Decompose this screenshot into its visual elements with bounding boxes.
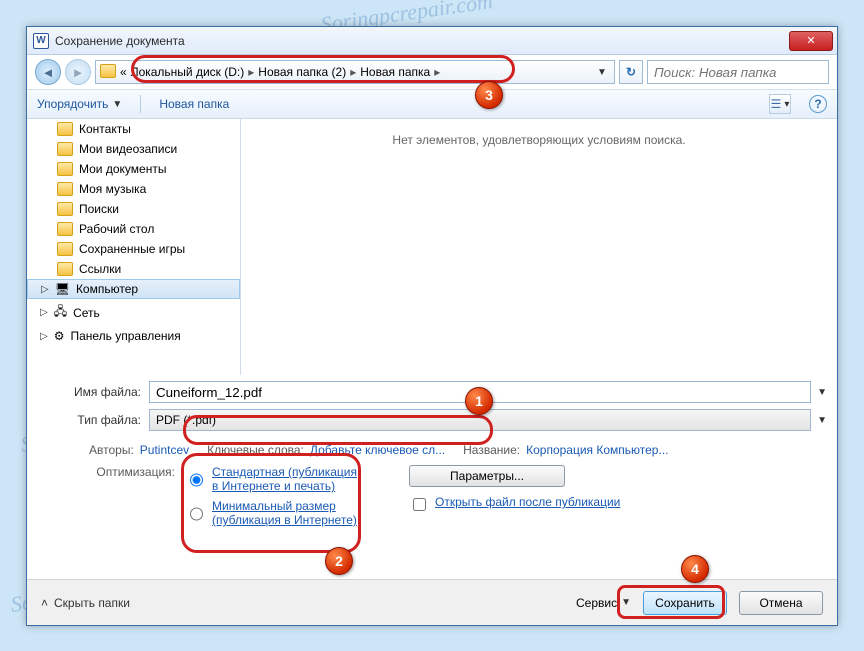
tree-item[interactable]: Рабочий стол — [27, 219, 240, 239]
cancel-button[interactable]: Отмена — [739, 591, 823, 615]
breadcrumb-segment[interactable]: Новая папка (2) — [258, 65, 346, 79]
explorer-body: Контакты Мои видеозаписи Мои документы М… — [27, 119, 837, 375]
path-prefix: « — [120, 65, 127, 79]
expand-icon[interactable]: ▷ — [40, 307, 48, 318]
radio-standard[interactable]: Стандартная (публикация в Интернете и пе… — [185, 465, 361, 493]
filename-label: Имя файла: — [37, 385, 149, 399]
metadata-row: Авторы: Putintcev Ключевые слова: Добавьте… — [27, 439, 837, 457]
titlebar: W Сохранение документа ✕ — [27, 27, 837, 55]
hide-folders-button[interactable]: ˄Скрыть папки — [41, 596, 130, 610]
address-bar[interactable]: « Локальный диск (D:) ▸ Новая папка (2) … — [95, 60, 615, 84]
optimize-area: Оптимизация: Стандартная (публикация в И… — [27, 457, 837, 533]
title-label: Название: — [463, 443, 520, 457]
tools-menu[interactable]: Сервис▼ — [576, 596, 631, 610]
save-button[interactable]: Сохранить — [643, 591, 727, 615]
forward-button[interactable]: ► — [65, 59, 91, 85]
file-fields: Имя файла: ▼ Тип файла: PDF (*.pdf) ▼ — [27, 375, 837, 439]
address-row: ◄ ► « Локальный диск (D:) ▸ Новая папка … — [27, 55, 837, 89]
breadcrumb-segment[interactable]: Новая папка — [360, 65, 430, 79]
folder-icon — [57, 142, 73, 156]
tree-item-control-panel[interactable]: ▷⚙Панель управления — [27, 326, 240, 346]
network-icon: 🖧 — [54, 302, 67, 323]
badge-1: 1 — [465, 387, 493, 415]
folder-icon — [57, 122, 73, 136]
window-title: Сохранение документа — [55, 34, 185, 48]
radio-input[interactable] — [190, 467, 203, 493]
organize-button[interactable]: Упорядочить▼ — [37, 97, 122, 111]
chevron-right-icon: ▸ — [350, 65, 356, 79]
tree-item[interactable]: Мои видеозаписи — [27, 139, 240, 159]
folder-icon — [57, 242, 73, 256]
tree-item[interactable]: Сохраненные игры — [27, 239, 240, 259]
dropdown-icon[interactable]: ▼ — [817, 415, 827, 426]
word-icon: W — [33, 33, 49, 49]
close-button[interactable]: ✕ — [789, 31, 833, 51]
expand-icon[interactable]: ▷ — [40, 331, 48, 342]
file-list-area: Нет элементов, удовлетворяющих условиям … — [241, 119, 837, 375]
bottom-bar: ˄Скрыть папки Сервис▼ Сохранить Отмена — [27, 579, 837, 625]
folder-icon — [100, 64, 116, 80]
optimize-options: Стандартная (публикация в Интернете и пе… — [185, 465, 361, 533]
search-input[interactable] — [647, 60, 829, 84]
radio-input[interactable] — [190, 501, 203, 527]
tree-item[interactable]: Мои документы — [27, 159, 240, 179]
computer-icon: 🖥 — [55, 282, 70, 296]
expand-icon[interactable]: ▷ — [41, 284, 49, 295]
parameters-button[interactable]: Параметры... — [409, 465, 565, 487]
view-button[interactable]: ☰▾ — [769, 94, 791, 114]
toolbar: Упорядочить▼ Новая папка ☰▾ ? — [27, 89, 837, 119]
title-value[interactable]: Корпорация Компьютер... — [526, 443, 668, 457]
authors-label: Авторы: — [89, 443, 134, 457]
address-dropdown[interactable]: ▼ — [594, 67, 610, 78]
toolbar-separator — [140, 95, 141, 113]
tree-item-network[interactable]: ▷🖧Сеть — [27, 299, 240, 326]
folder-icon — [57, 162, 73, 176]
folder-icon — [57, 222, 73, 236]
empty-message: Нет элементов, удовлетворяющих условиям … — [392, 133, 685, 147]
chevron-right-icon: ▸ — [434, 65, 440, 79]
chevron-up-icon: ˄ — [41, 596, 48, 610]
back-button[interactable]: ◄ — [35, 59, 61, 85]
radio-minimal[interactable]: Минимальный размер (публикация в Интерне… — [185, 499, 361, 527]
badge-3: 3 — [475, 81, 503, 109]
dropdown-icon[interactable]: ▼ — [817, 387, 827, 398]
tree-item[interactable]: Ссылки — [27, 259, 240, 279]
tree-item[interactable]: Моя музыка — [27, 179, 240, 199]
folder-icon — [57, 202, 73, 216]
save-dialog: W Сохранение документа ✕ ◄ ► « Локальный… — [26, 26, 838, 626]
folder-icon — [57, 182, 73, 196]
help-button[interactable]: ? — [809, 95, 827, 113]
tree-item[interactable]: Контакты — [27, 119, 240, 139]
open-after-checkbox[interactable]: Открыть файл после публикации — [409, 495, 620, 514]
control-panel-icon: ⚙ — [54, 329, 65, 343]
checkbox-input[interactable] — [413, 498, 426, 511]
folder-icon — [57, 262, 73, 276]
tree-item-computer[interactable]: ▷🖥Компьютер — [27, 279, 240, 299]
badge-4: 4 — [681, 555, 709, 583]
authors-value[interactable]: Putintcev — [140, 443, 189, 457]
optimize-label: Оптимизация: — [75, 465, 185, 533]
folder-tree[interactable]: Контакты Мои видеозаписи Мои документы М… — [27, 119, 241, 375]
tree-item[interactable]: Поиски — [27, 199, 240, 219]
keywords-value[interactable]: Добавьте ключевое сл... — [310, 443, 445, 457]
chevron-right-icon: ▸ — [248, 65, 254, 79]
filetype-label: Тип файла: — [37, 413, 149, 427]
breadcrumb-segment[interactable]: Локальный диск (D:) — [131, 65, 245, 79]
badge-2: 2 — [325, 547, 353, 575]
refresh-button[interactable]: ↻ — [619, 60, 643, 84]
keywords-label: Ключевые слова: — [207, 443, 304, 457]
new-folder-button[interactable]: Новая папка — [159, 97, 229, 111]
